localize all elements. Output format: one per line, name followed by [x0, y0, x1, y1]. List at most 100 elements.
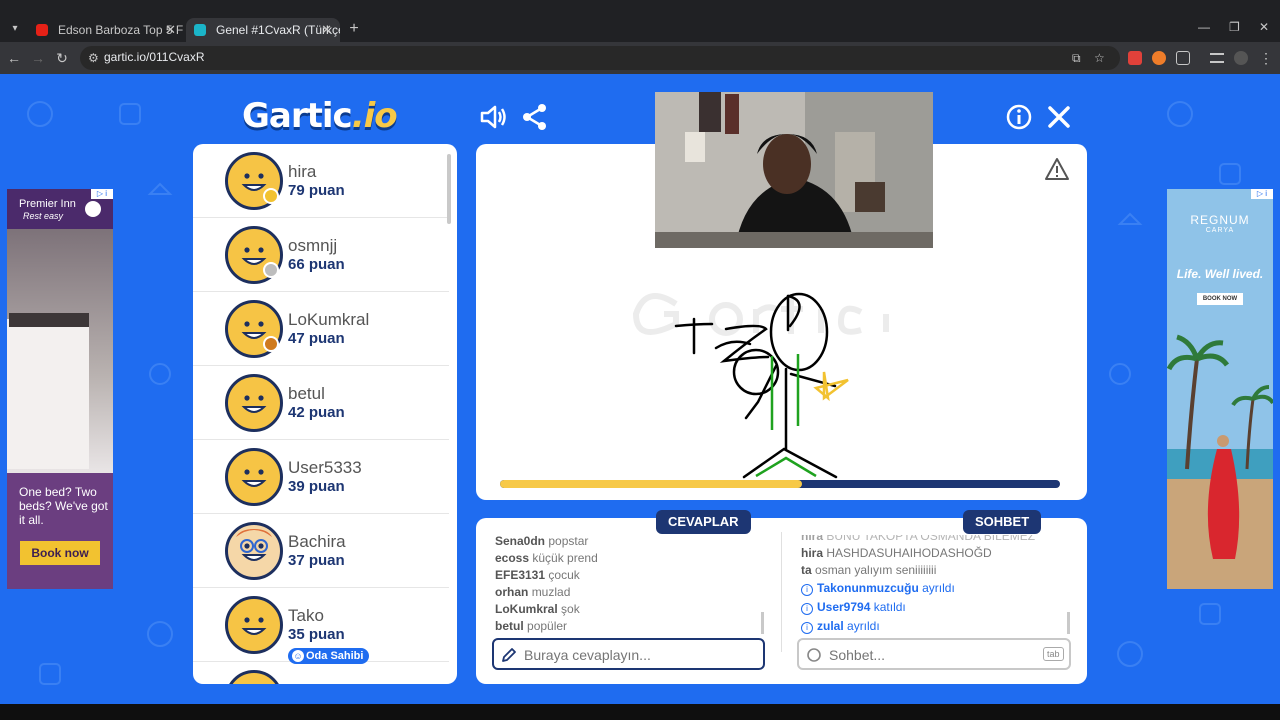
chat-tab[interactable]: SOHBET: [963, 510, 1042, 534]
player-name: osmnjj: [288, 236, 338, 255]
webcam-feed: [655, 92, 933, 248]
answers-scrollbar[interactable]: [761, 612, 764, 634]
logo-text: Gartic: [242, 96, 353, 136]
close-icon[interactable]: ✕: [165, 18, 176, 42]
gartic-logo[interactable]: Gartic.io: [242, 96, 398, 136]
site-info-icon[interactable]: ⚙: [88, 51, 99, 65]
reload-icon[interactable]: ↻: [52, 48, 72, 68]
message-text: osman yalıyım seniiiiiiii: [815, 563, 937, 577]
avatar: [225, 670, 283, 684]
install-icon[interactable]: ⧉: [1072, 51, 1081, 66]
chat-message: ta osman yalıyım seniiiiiiii: [801, 563, 936, 577]
player-name: Tako: [288, 606, 324, 625]
media-control-icon[interactable]: [1210, 53, 1224, 63]
round-timer-bar: [500, 480, 1060, 488]
minimize-icon[interactable]: —: [1198, 20, 1210, 34]
player-name: hira: [288, 162, 317, 181]
player-score: 47 puan: [288, 330, 345, 347]
info-icon[interactable]: [1004, 102, 1034, 132]
answer-input[interactable]: [524, 645, 744, 665]
extensions-puzzle-icon[interactable]: [1176, 51, 1190, 65]
message-user: zulal: [817, 619, 844, 633]
message-text: muzlad: [531, 585, 571, 599]
extension-icon[interactable]: [1128, 51, 1142, 65]
new-tab-button[interactable]: +: [344, 18, 364, 40]
ad-right[interactable]: ▷ i REGNUM CARYA Life. Well lived. BOOK …: [1167, 189, 1273, 589]
chat-bubble-icon: [807, 648, 821, 662]
message-user: User9794: [817, 600, 871, 614]
tab-search-icon[interactable]: ▾: [4, 18, 26, 40]
player-score: 42 puan: [288, 404, 345, 421]
sound-icon[interactable]: [478, 102, 508, 132]
address-bar[interactable]: ⚙ gartic.io/011CvaxR ⧉ ☆: [80, 46, 1120, 70]
message-user: ecoss: [495, 551, 530, 565]
players-list: hira 79 puan osmnjj 66 puan LoKumkral 47…: [193, 144, 457, 684]
player-row[interactable]: User5333 39 puan: [193, 440, 449, 514]
player-status-dot: [263, 262, 279, 278]
message-user: LoKumkral: [495, 602, 558, 616]
report-warning-icon[interactable]: [1044, 156, 1070, 182]
avatar: [225, 596, 283, 654]
menu-dots-icon[interactable]: ⋮: [1256, 48, 1276, 68]
back-icon[interactable]: ←: [4, 48, 24, 68]
ad-right-sub: CARYA: [1205, 227, 1235, 234]
player-score: 37 puan: [288, 552, 345, 569]
player-row[interactable]: betul 42 puan: [193, 366, 449, 440]
player-score: 79 puan: [288, 182, 345, 199]
avatar: [225, 374, 283, 432]
ad-left-body: One bed? Two beds? We've got it all.: [19, 485, 108, 527]
player-status-dot: [263, 336, 279, 352]
info-icon: i: [801, 622, 813, 634]
ad-right-tagline: Life. Well lived.: [1176, 267, 1264, 281]
round-timer-fill: [500, 480, 803, 488]
system-message: i zulal ayrıldı: [801, 619, 880, 634]
message-text: katıldı: [873, 600, 906, 614]
browser-tab-gartic[interactable]: Genel #1CvaxR (Türkçe) - Gartic ✕: [186, 18, 340, 42]
player-row[interactable]: LoKumkral 47 puan: [193, 292, 449, 366]
chat-input[interactable]: [829, 645, 1049, 665]
ad-headboard: [9, 313, 89, 327]
message-text: HASHDASUHAIHODASHOĞD: [826, 546, 992, 560]
canvas-watermark: [632, 293, 889, 336]
window-close-icon[interactable]: ✕: [1259, 20, 1269, 34]
ad-left[interactable]: Premier Inn Rest easy ▷ i One bed? Two b…: [7, 189, 113, 589]
ad-book-now-button[interactable]: Book now: [20, 541, 100, 565]
bookmark-star-icon[interactable]: ☆: [1094, 51, 1105, 65]
answer-message: betul popüler: [495, 619, 567, 633]
player-row[interactable]: osmnjj 66 puan: [193, 218, 449, 292]
logo-suffix: .io: [351, 96, 398, 136]
close-game-icon[interactable]: [1044, 102, 1074, 132]
extension-icon[interactable]: [1152, 51, 1166, 65]
chat-input-box[interactable]: tab: [797, 638, 1071, 670]
info-icon: i: [801, 584, 813, 596]
chat-scrollbar[interactable]: [1067, 612, 1070, 634]
adchoices-icon[interactable]: ▷ i: [91, 189, 113, 199]
close-icon[interactable]: ✕: [321, 18, 332, 42]
owner-icon: ☺: [292, 650, 304, 662]
player-row[interactable]: hira 79 puan: [193, 144, 449, 218]
avatar: [225, 522, 283, 580]
ad-right-brand: REGNUM: [1190, 213, 1250, 227]
forward-icon[interactable]: →: [28, 48, 48, 68]
player-name: betul: [288, 384, 325, 403]
player-row[interactable]: Bachira 37 puan: [193, 514, 449, 588]
player-row[interactable]: Tako 35 puan ☺ Oda Sahibi: [193, 588, 449, 664]
message-user: ta: [801, 563, 812, 577]
share-icon[interactable]: [520, 102, 550, 132]
avatar-face-icon: [241, 395, 267, 413]
message-text: popstar: [548, 534, 589, 548]
avatar: [225, 448, 283, 506]
ad-right-book-button[interactable]: BOOK NOW: [1197, 293, 1243, 305]
answers-tab[interactable]: CEVAPLAR: [656, 510, 751, 534]
answer-input-box[interactable]: [492, 638, 765, 670]
message-user: Takonunmuzcuğu: [817, 581, 919, 595]
panel-divider: [781, 532, 782, 652]
players-scrollbar[interactable]: [447, 154, 451, 224]
message-text: ayrıldı: [847, 619, 880, 633]
profile-avatar[interactable]: [1234, 51, 1248, 65]
browser-tab-youtube[interactable]: Edson Barboza Top 5 Finishes ✕: [28, 18, 184, 42]
avatar-face-icon: [241, 617, 267, 635]
adchoices-icon[interactable]: ▷ i: [1251, 189, 1273, 199]
message-text: popüler: [527, 619, 568, 633]
maximize-icon[interactable]: ❐: [1229, 20, 1240, 34]
